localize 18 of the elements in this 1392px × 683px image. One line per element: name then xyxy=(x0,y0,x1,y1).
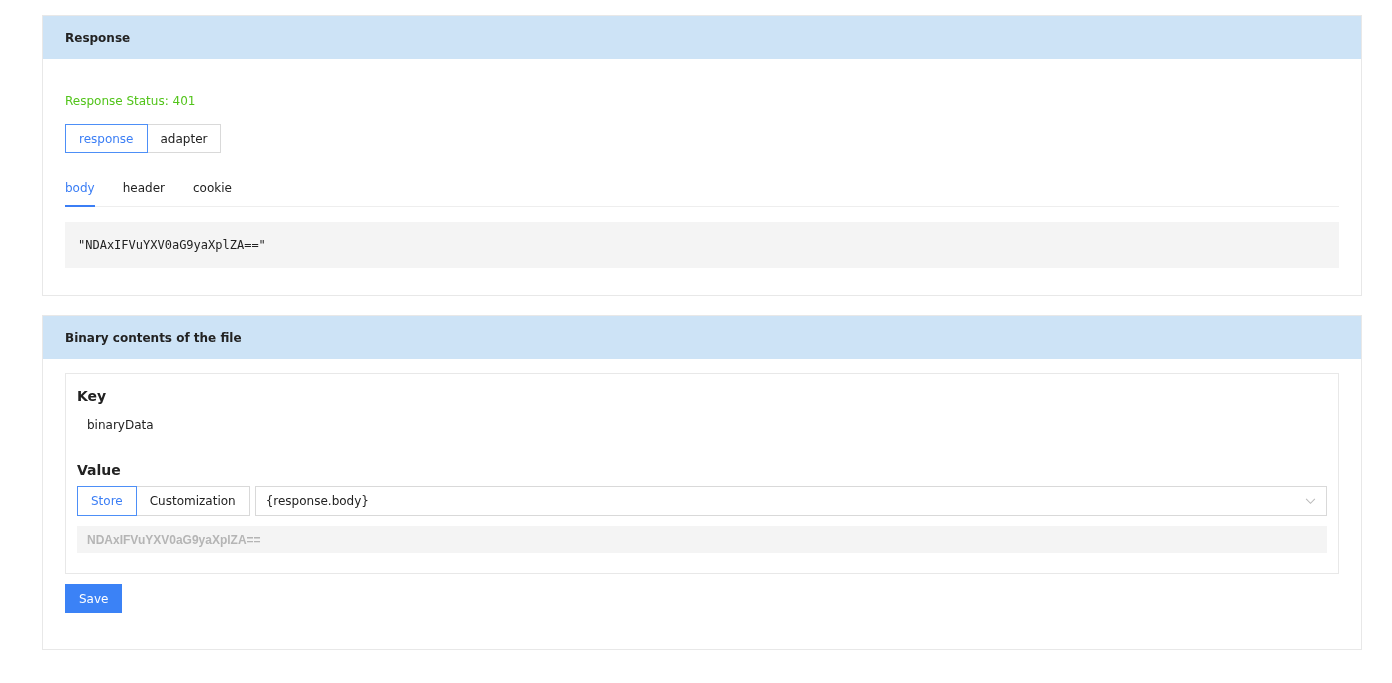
mode-toggle-button[interactable]: response xyxy=(65,124,148,153)
field-label: Value xyxy=(77,462,122,478)
source-toggle-button[interactable]: Store xyxy=(77,486,137,516)
chevron-down-icon xyxy=(1305,497,1316,505)
key-value: binaryData xyxy=(86,417,155,432)
tab[interactable]: body xyxy=(65,173,95,207)
save-button[interactable]: Save xyxy=(65,584,123,613)
panel-title: Binary contents of the file xyxy=(65,330,242,345)
response-status: Response Status: 401 xyxy=(65,94,197,108)
tab[interactable]: cookie xyxy=(192,173,232,207)
select-value: {response.body} xyxy=(265,494,369,508)
panel-title: Response xyxy=(65,30,131,45)
source-toggle-button[interactable]: Customization xyxy=(135,486,250,516)
field-label: Key xyxy=(77,388,108,404)
response-body-text: "NDAxIFVuYXV0aG9yaXplZA==" xyxy=(78,238,266,252)
mode-toggle-button[interactable]: adapter xyxy=(146,124,222,153)
value-select[interactable]: {response.body} xyxy=(254,486,1327,516)
tab[interactable]: header xyxy=(122,173,165,207)
